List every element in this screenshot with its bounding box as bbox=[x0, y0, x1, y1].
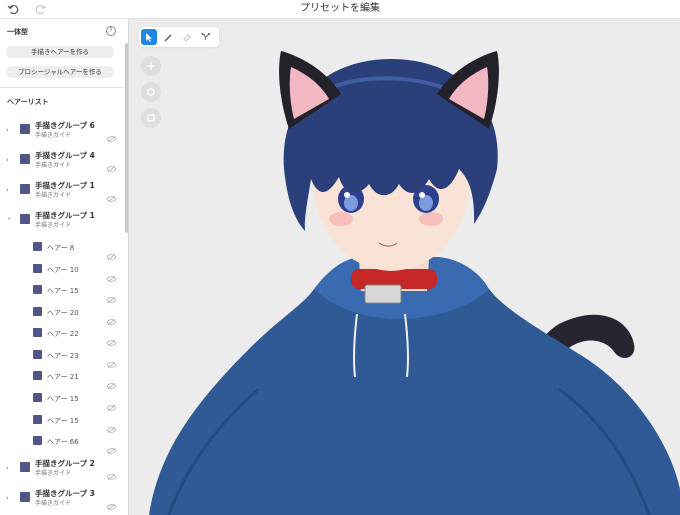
rotate-view-button[interactable] bbox=[141, 82, 161, 102]
hair-item[interactable]: ヘアー 10 bbox=[0, 259, 124, 282]
visibility-off-icon[interactable] bbox=[107, 331, 116, 346]
hair-group[interactable]: › 手描きグループ 3 手描きガイド bbox=[0, 487, 124, 513]
chevron-right-icon[interactable]: › bbox=[6, 494, 12, 502]
hair-item[interactable]: ヘアー 23 bbox=[0, 345, 124, 368]
group-color-swatch bbox=[20, 184, 30, 194]
eraser-icon bbox=[183, 34, 191, 42]
hair-color-swatch bbox=[33, 436, 42, 445]
hair-item[interactable]: ヘアー 21 bbox=[0, 366, 124, 389]
move-view-button[interactable] bbox=[141, 56, 161, 76]
hair-item[interactable]: ヘアー 8 bbox=[0, 237, 124, 260]
hair-color-swatch bbox=[33, 307, 42, 316]
section-title: 一体型 bbox=[7, 28, 28, 36]
sidebar-scrollbar[interactable] bbox=[125, 43, 128, 233]
hair-group[interactable]: › 手描きグループ 6 手描きガイド bbox=[0, 119, 124, 145]
sidebar: 一体型 ? 手描きヘアーを作る プロシージャルヘアーを作る ヘアーリスト › 手… bbox=[0, 19, 129, 515]
visibility-off-icon[interactable] bbox=[107, 418, 116, 433]
3d-viewport[interactable] bbox=[129, 19, 680, 515]
hair-color-swatch bbox=[33, 371, 42, 380]
hair-color-swatch bbox=[33, 285, 42, 294]
hair-name: ヘアー 23 bbox=[47, 352, 79, 360]
hair-color-swatch bbox=[33, 264, 42, 273]
visibility-off-icon[interactable] bbox=[107, 310, 116, 325]
guide-tool-button[interactable] bbox=[198, 29, 214, 45]
hair-list-title: ヘアーリスト bbox=[7, 98, 49, 106]
visibility-off-icon[interactable] bbox=[107, 439, 116, 454]
visibility-off-icon[interactable] bbox=[107, 245, 116, 260]
hair-item[interactable]: ヘアー 66 bbox=[0, 431, 124, 454]
visibility-off-icon[interactable] bbox=[107, 157, 116, 172]
hair-name: ヘアー 20 bbox=[47, 309, 79, 317]
chevron-down-icon[interactable]: › bbox=[5, 217, 13, 223]
hair-name: ヘアー 15 bbox=[47, 417, 79, 425]
hair-group-expanded[interactable]: › 手描きグループ 1 手描きガイド bbox=[0, 209, 124, 235]
divider bbox=[0, 87, 126, 88]
rotate-icon bbox=[147, 88, 155, 96]
hair-name: ヘアー 21 bbox=[47, 373, 79, 381]
hair-item[interactable]: ヘアー 20 bbox=[0, 302, 124, 325]
visibility-off-icon[interactable] bbox=[107, 396, 116, 411]
hair-color-swatch bbox=[33, 242, 42, 251]
group-color-swatch bbox=[20, 154, 30, 164]
help-icon[interactable]: ? bbox=[106, 26, 116, 36]
hair-color-swatch bbox=[33, 415, 42, 424]
visibility-off-icon[interactable] bbox=[107, 187, 116, 202]
hair-name: ヘアー 22 bbox=[47, 330, 79, 338]
visibility-off-icon[interactable] bbox=[107, 288, 116, 303]
visibility-off-icon[interactable] bbox=[107, 353, 116, 368]
hair-group[interactable]: › 手描きグループ 4 手描きガイド bbox=[0, 149, 124, 175]
hair-group[interactable]: › 手描きグループ 1 手描きガイド bbox=[0, 179, 124, 205]
hair-item[interactable]: ヘアー 15 bbox=[0, 410, 124, 433]
group-color-swatch bbox=[20, 492, 30, 502]
hair-item[interactable]: ヘアー 22 bbox=[0, 323, 124, 346]
group-color-swatch bbox=[20, 124, 30, 134]
hair-name: ヘアー 66 bbox=[47, 438, 79, 446]
edit-toolbar bbox=[139, 27, 219, 47]
guide-curve-icon bbox=[201, 33, 210, 41]
hair-name: ヘアー 8 bbox=[47, 244, 75, 252]
group-type: 手描きガイド bbox=[35, 162, 72, 169]
create-procedural-button[interactable]: プロシージャルヘアーを作る bbox=[6, 66, 114, 78]
hair-item[interactable]: ヘアー 15 bbox=[0, 280, 124, 303]
avatar-preview bbox=[149, 51, 680, 515]
move-icon bbox=[147, 62, 155, 70]
pen-icon bbox=[164, 34, 172, 42]
eraser-tool-button[interactable] bbox=[179, 29, 195, 45]
create-handdrawn-button[interactable]: 手描きヘアーを作る bbox=[6, 46, 114, 58]
hair-group[interactable]: › 手描きグループ 2 手描きガイド bbox=[0, 457, 124, 483]
chevron-right-icon[interactable]: › bbox=[6, 156, 12, 164]
group-type: 手描きガイド bbox=[35, 222, 72, 229]
select-tool-button[interactable] bbox=[141, 29, 157, 45]
group-color-swatch bbox=[20, 462, 30, 472]
group-type: 手描きガイド bbox=[35, 500, 72, 507]
cursor-icon bbox=[146, 33, 152, 42]
hair-name: ヘアー 15 bbox=[47, 395, 79, 403]
visibility-off-icon[interactable] bbox=[107, 374, 116, 389]
group-type: 手描きガイド bbox=[35, 132, 72, 139]
visibility-off-icon[interactable] bbox=[107, 127, 116, 142]
group-type: 手描きガイド bbox=[35, 470, 72, 477]
visibility-off-icon[interactable] bbox=[107, 267, 116, 282]
hair-item[interactable]: ヘアー 15 bbox=[0, 388, 124, 411]
reset-view-button[interactable] bbox=[141, 108, 161, 128]
frame-icon bbox=[147, 114, 155, 122]
hair-name: ヘアー 15 bbox=[47, 287, 79, 295]
hair-color-swatch bbox=[33, 350, 42, 359]
chevron-right-icon[interactable]: › bbox=[6, 186, 12, 194]
chevron-right-icon[interactable]: › bbox=[6, 126, 12, 134]
visibility-off-icon[interactable] bbox=[107, 465, 116, 480]
group-color-swatch bbox=[20, 214, 30, 224]
title-bar: プリセットを編集 bbox=[0, 0, 680, 19]
pen-tool-button[interactable] bbox=[160, 29, 176, 45]
hair-color-swatch bbox=[33, 393, 42, 402]
group-type: 手描きガイド bbox=[35, 192, 72, 199]
visibility-off-icon[interactable] bbox=[107, 495, 116, 510]
hair-color-swatch bbox=[33, 328, 42, 337]
chevron-right-icon[interactable]: › bbox=[6, 464, 12, 472]
hair-name: ヘアー 10 bbox=[47, 266, 79, 274]
window-title: プリセットを編集 bbox=[300, 3, 380, 14]
